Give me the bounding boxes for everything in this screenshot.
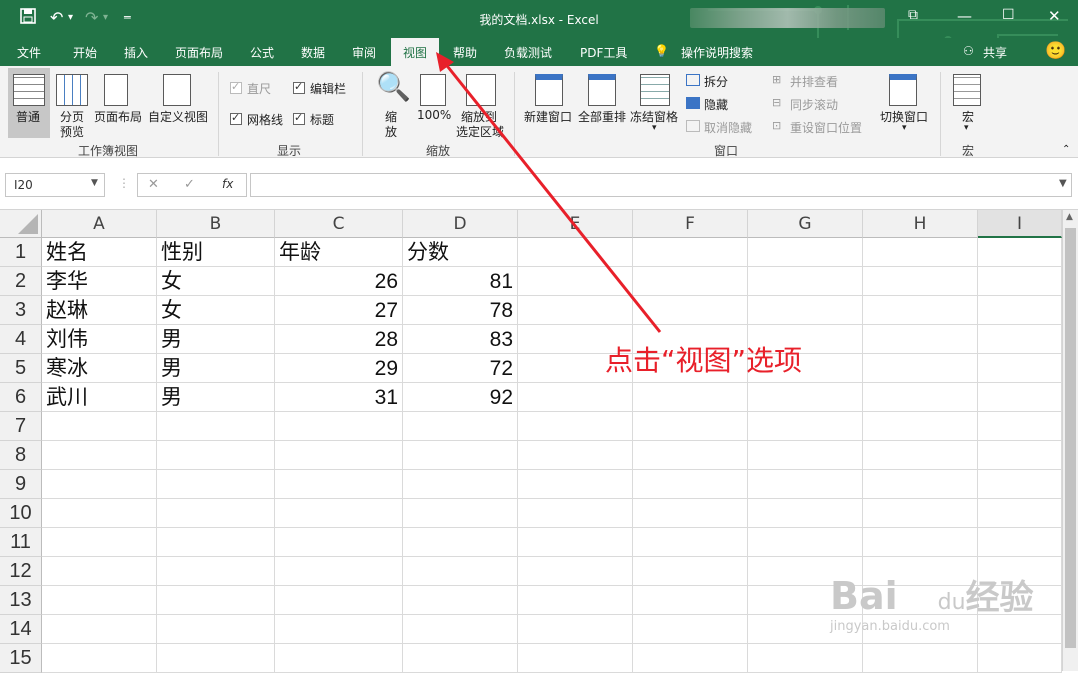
watermark-jingyan: 经验 xyxy=(965,578,1034,618)
annotation-text: 点击“视图”选项 xyxy=(605,344,803,377)
watermark-url: jingyan.baidu.com xyxy=(830,619,950,634)
baidu-watermark: Bai du经验 jingyan.baidu.com xyxy=(830,570,1034,634)
watermark-bai: Bai xyxy=(830,574,898,618)
watermark-du: du xyxy=(937,590,966,615)
